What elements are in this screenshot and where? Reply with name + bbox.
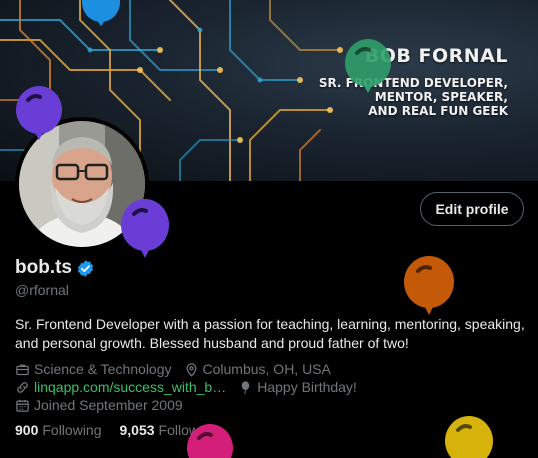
- profile-location: Columbus, OH, USA: [184, 361, 331, 377]
- banner-name-text: BOB FORNAL: [364, 45, 508, 67]
- avatar-photo: [19, 121, 145, 247]
- calendar-icon: [16, 399, 29, 412]
- profile-joined-text: Joined September 2009: [34, 397, 183, 413]
- following-count: 900: [15, 422, 39, 438]
- profile-website-link[interactable]: linqapp.com/success_with_b…: [34, 379, 226, 395]
- following-link[interactable]: 900 Following: [15, 422, 102, 438]
- location-pin-icon: [185, 362, 197, 377]
- link-icon: [17, 381, 28, 393]
- avatar[interactable]: [15, 117, 149, 251]
- banner-tagline: SR. FRONTEND DEVELOPER, MENTOR, SPEAKER,…: [308, 76, 508, 118]
- follow-stats: 900 Following 9,053 Followers: [15, 422, 236, 438]
- followers-count: 9,053: [119, 422, 155, 438]
- profile-website[interactable]: linqapp.com/success_with_b…: [15, 379, 226, 395]
- followers-label: Followers: [158, 422, 219, 438]
- profile-page: BOB FORNAL SR. FRONTEND DEVELOPER, MENTO…: [0, 0, 538, 458]
- followers-link[interactable]: 9,053 Followers: [120, 422, 219, 438]
- profile-birthday-text: Happy Birthday!: [257, 379, 357, 395]
- profile-meta-row: linqapp.com/success_with_b… Happy Birthd…: [15, 379, 369, 395]
- profile-birthday: Happy Birthday!: [238, 379, 357, 395]
- profile-meta-row: Science & Technology Columbus, OH, USA: [15, 361, 343, 377]
- balloon-yellow-icon: [445, 416, 493, 458]
- following-label: Following: [42, 422, 102, 438]
- display-name-text: bob.ts: [15, 257, 72, 278]
- profile-category: Science & Technology: [15, 361, 172, 377]
- verified-badge-icon[interactable]: [76, 259, 95, 278]
- display-name: bob.ts: [15, 257, 95, 279]
- banner-tagline-line: MENTOR, SPEAKER,: [374, 90, 508, 104]
- profile-meta-row: Joined September 2009: [15, 397, 195, 413]
- user-handle: @rfornal: [15, 282, 69, 298]
- profile-location-text: Columbus, OH, USA: [202, 361, 331, 377]
- banner-tagline-line: SR. FRONTEND DEVELOPER,: [318, 76, 508, 90]
- balloon-icon: [241, 380, 250, 394]
- profile-category-text: Science & Technology: [34, 361, 172, 377]
- banner-tagline-line: AND REAL FUN GEEK: [368, 104, 508, 118]
- profile-joined: Joined September 2009: [15, 397, 183, 413]
- balloon-orange-icon: [404, 256, 454, 315]
- profile-bio: Sr. Frontend Developer with a passion fo…: [15, 316, 525, 351]
- edit-profile-button[interactable]: Edit profile: [420, 192, 524, 226]
- briefcase-icon: [16, 364, 29, 375]
